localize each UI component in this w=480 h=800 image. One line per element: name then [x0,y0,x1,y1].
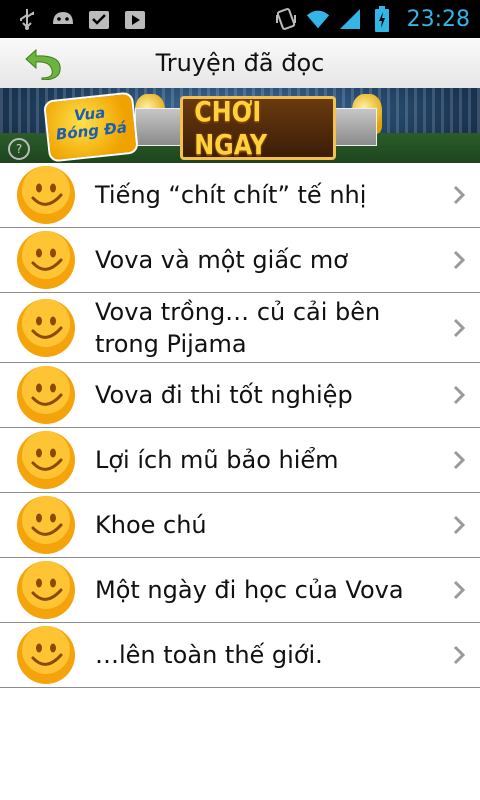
page-title: Truyện đã đọc [155,49,325,77]
ad-info-icon[interactable]: ? [8,138,30,160]
play-now-button[interactable]: CHƠI NGAY [180,95,336,161]
list-item[interactable]: Một ngày đi học của Vova [0,558,480,623]
play-store-icon [122,6,148,32]
signal-icon [337,6,363,32]
game-logo-text: Vua Bóng Đá [55,103,128,144]
chevron-right-icon [453,580,466,600]
list-item[interactable]: …lên toàn thế giới. [0,623,480,688]
chevron-right-icon [453,645,466,665]
battery-charging-icon [369,6,395,32]
chevron-right-icon [453,385,466,405]
game-logo: Vua Bóng Đá [43,91,139,163]
android-debug-icon [50,6,76,32]
smiley-icon [17,561,75,619]
status-bar: 23:28 [0,0,480,38]
status-clock: 23:28 [406,6,470,32]
smiley-icon [17,431,75,489]
smiley-icon [17,298,75,357]
list-item[interactable]: Lợi ích mũ bảo hiểm [0,428,480,493]
smiley-icon [17,626,75,684]
list-item[interactable]: Vova và một giấc mơ [0,228,480,293]
chevron-right-icon [453,318,466,337]
ad-banner[interactable]: Vua Bóng Đá CHƠI NGAY [0,88,480,163]
title-bar: Truyện đã đọc [0,38,480,89]
list-item[interactable]: Vova đi thi tốt nghiệp [0,363,480,428]
smiley-icon [17,166,75,224]
chevron-right-icon [453,250,466,270]
play-now-label: CHƠI NGAY [194,95,268,161]
vibrate-icon [273,6,299,32]
story-title: …lên toàn thế giới. [95,641,323,669]
download-done-icon [86,6,112,32]
story-title: Vova đi thi tốt nghiệp [95,381,353,409]
chevron-right-icon [453,450,466,470]
chevron-right-icon [453,185,466,205]
list-item[interactable]: Khoe chú [0,493,480,558]
story-title: Tiếng “chít chít” tế nhị [95,181,367,209]
smiley-icon [17,496,75,554]
usb-icon [14,6,40,32]
story-title: Vova và một giấc mơ [95,246,348,274]
smiley-icon [17,366,75,424]
story-title: Một ngày đi học của Vova [95,576,404,604]
list-item[interactable]: Tiếng “chít chít” tế nhị [0,163,480,228]
story-list: Tiếng “chít chít” tế nhị Vova và một giấ… [0,163,480,688]
story-title: Khoe chú [95,511,207,539]
chevron-right-icon [453,515,466,535]
wifi-icon [305,6,331,32]
smiley-icon [17,231,75,289]
story-title: Lợi ích mũ bảo hiểm [95,446,339,474]
list-item[interactable]: Vova trồng… củ cải bên trong Pijama [0,293,480,363]
story-title: Vova trồng… củ cải bên trong Pijama [95,297,381,358]
